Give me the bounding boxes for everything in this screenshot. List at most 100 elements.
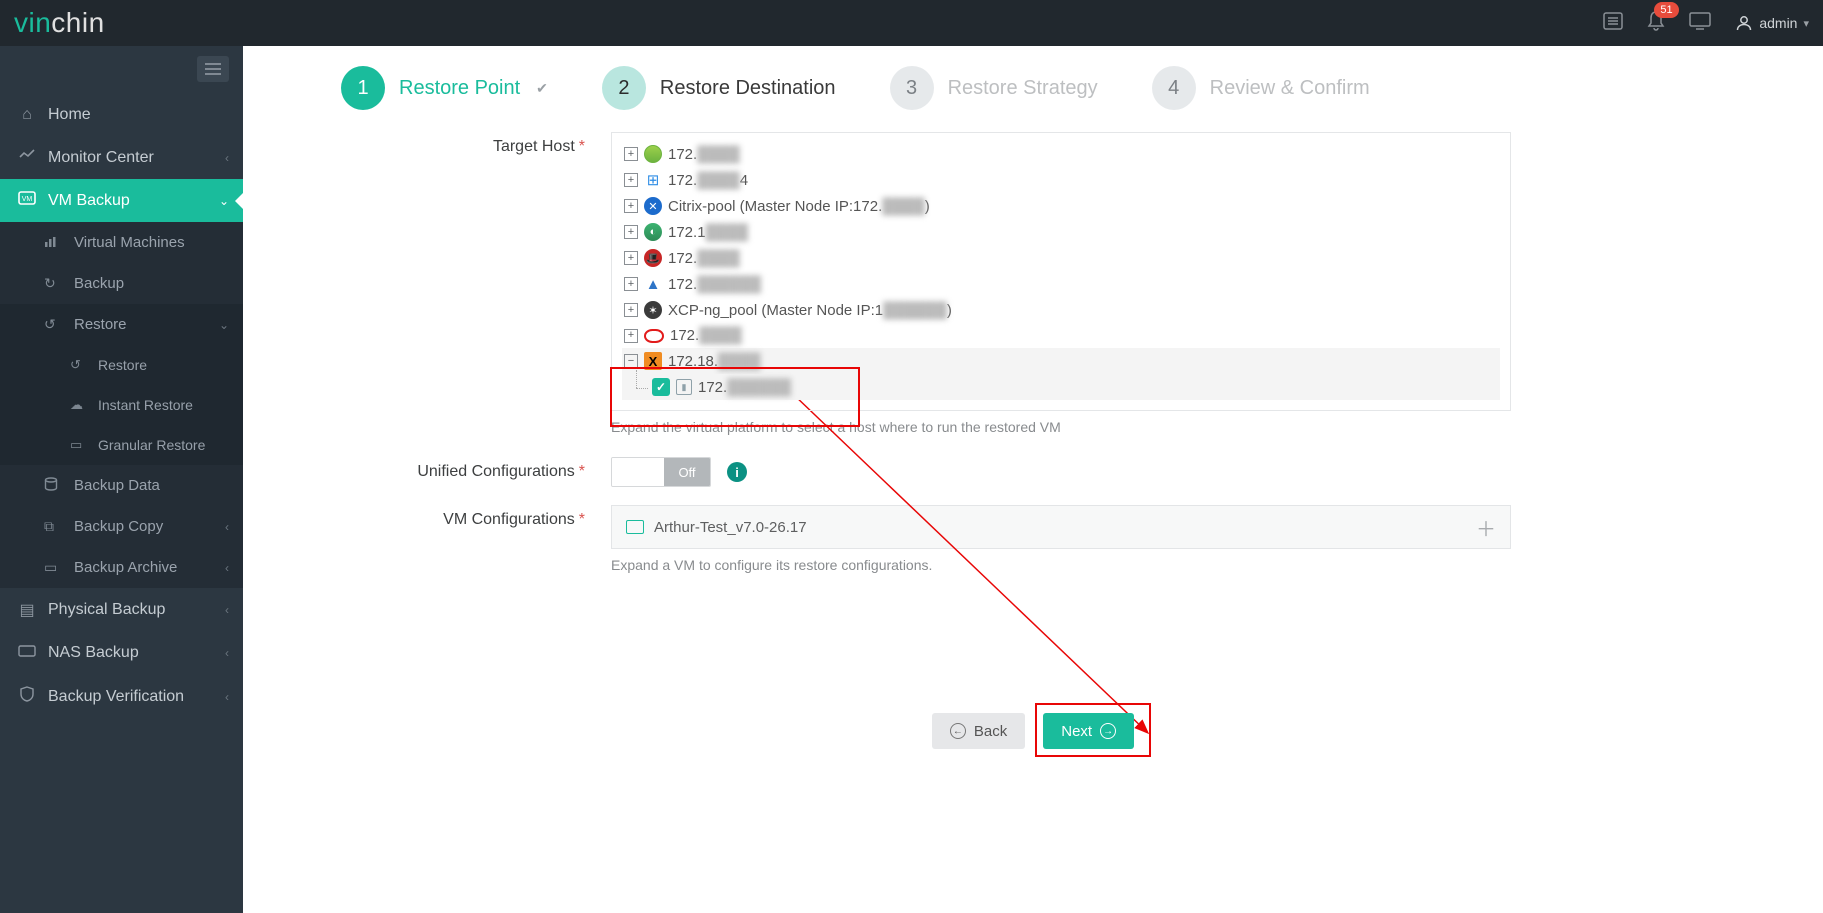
- tree-node[interactable]: + ✶ XCP-ng_pool (Master Node IP:1██████): [622, 297, 1500, 323]
- wizard-step-4[interactable]: 4 Review & Confirm: [1152, 66, 1370, 110]
- chart-icon: [14, 148, 40, 167]
- sidebar-item-nas-backup[interactable]: NAS Backup ‹: [0, 632, 243, 674]
- tree-node[interactable]: + 172.████: [622, 323, 1500, 348]
- expand-icon[interactable]: +: [624, 199, 638, 213]
- sidebar-label: Monitor Center: [48, 149, 225, 167]
- sidebar-item-vm-backup[interactable]: VM VM Backup ⌄: [0, 179, 243, 222]
- tree-node[interactable]: + 🎩 172.████: [622, 245, 1500, 271]
- expand-icon[interactable]: +: [624, 329, 638, 343]
- windows-icon: ⊞: [644, 171, 662, 189]
- sidebar-label: Backup Copy: [74, 518, 225, 535]
- expand-icon[interactable]: +: [624, 251, 638, 265]
- wizard-step-1[interactable]: 1 Restore Point ✔: [341, 66, 548, 110]
- sidebar-sub-backup-archive[interactable]: ▭ Backup Archive ‹: [0, 547, 243, 588]
- sidebar-label: Backup Archive: [74, 559, 225, 576]
- expand-icon[interactable]: +: [624, 277, 638, 291]
- unified-config-toggle[interactable]: Off: [611, 457, 711, 487]
- step-label: Review & Confirm: [1210, 77, 1370, 100]
- azure-icon: ▲: [644, 275, 662, 293]
- sidebar-item-home[interactable]: ⌂ Home: [0, 94, 243, 136]
- sidebar-label: Restore: [74, 316, 219, 333]
- tree-node[interactable]: + ◐ 172.1████: [622, 219, 1500, 245]
- cloud-down-icon: ☁: [70, 397, 92, 413]
- sidebar-item-backup-verification[interactable]: Backup Verification ‹: [0, 674, 243, 719]
- copy-icon: ⧉: [44, 518, 66, 535]
- expand-plus-icon[interactable]: ＋: [1476, 513, 1496, 542]
- tree-node[interactable]: + ✕ Citrix-pool (Master Node IP:172.████…: [622, 193, 1500, 219]
- sidebar-toggle[interactable]: [197, 56, 229, 82]
- shield-icon: [14, 686, 40, 707]
- next-button[interactable]: Next →: [1043, 713, 1134, 749]
- back-arrow-icon: ←: [950, 723, 966, 739]
- expand-icon[interactable]: +: [624, 303, 638, 317]
- svg-text:VM: VM: [22, 196, 33, 203]
- sidebar-subsub-instant-restore[interactable]: ☁ Instant Restore: [0, 385, 243, 425]
- unified-config-label: Unified Configurations*: [271, 457, 611, 487]
- sidebar-sub-virtual-machines[interactable]: Virtual Machines: [0, 222, 243, 263]
- sidebar-sub-backup[interactable]: ↻ Backup: [0, 263, 243, 304]
- nas-icon: [14, 644, 40, 662]
- archive-icon: ▭: [70, 437, 92, 453]
- openstack-icon: ◐: [644, 223, 662, 241]
- vm-icon: [626, 520, 644, 534]
- target-host-tree[interactable]: + 172.████ + ⊞ 172.████4 + ✕ Citrix-pool…: [611, 132, 1511, 411]
- sidebar-label: Restore: [98, 357, 147, 373]
- sidebar-label: Backup: [74, 275, 124, 292]
- notifications-badge: 51: [1654, 2, 1678, 18]
- chevron-down-icon: ⌄: [219, 318, 229, 332]
- step-label: Restore Destination: [660, 77, 836, 100]
- chevron-left-icon: ‹: [225, 561, 229, 575]
- citrix-icon: ✕: [644, 197, 662, 215]
- notifications-button[interactable]: 51: [1647, 11, 1665, 36]
- vm-config-row[interactable]: Arthur-Test_v7.0-26.17 ＋: [611, 505, 1511, 549]
- sidebar-item-physical-backup[interactable]: ▤ Physical Backup ‹: [0, 588, 243, 632]
- sidebar-item-monitor-center[interactable]: Monitor Center ‹: [0, 136, 243, 179]
- sidebar-subsub-restore[interactable]: ↺ Restore: [0, 345, 243, 385]
- sidebar-sub-backup-data[interactable]: Backup Data: [0, 465, 243, 506]
- step-number: 3: [890, 66, 934, 110]
- step-number: 2: [602, 66, 646, 110]
- expand-icon[interactable]: +: [624, 173, 638, 187]
- sidebar-subsub-granular-restore[interactable]: ▭ Granular Restore: [0, 425, 243, 465]
- host-icon: ▮: [676, 379, 692, 395]
- user-menu[interactable]: admin ▾: [1735, 14, 1809, 32]
- info-icon[interactable]: i: [727, 462, 747, 482]
- username-label: admin: [1759, 15, 1797, 31]
- vm-icon: VM: [14, 191, 40, 210]
- sidebar-sub-restore[interactable]: ↺ Restore ⌄: [0, 304, 243, 345]
- back-label: Back: [974, 723, 1007, 740]
- refresh-icon: ↻: [44, 275, 66, 292]
- wizard-step-2[interactable]: 2 Restore Destination: [602, 66, 836, 110]
- sidebar-label: Backup Verification: [48, 688, 225, 706]
- db-icon: [44, 477, 66, 494]
- expand-icon[interactable]: +: [624, 147, 638, 161]
- app-logo: vinchin: [14, 7, 105, 39]
- chevron-left-icon: ‹: [225, 646, 229, 660]
- list-icon[interactable]: [1603, 12, 1623, 35]
- back-button[interactable]: ← Back: [932, 713, 1025, 749]
- collapse-icon[interactable]: −: [624, 354, 638, 368]
- restore-icon: ↺: [44, 316, 66, 333]
- tree-node[interactable]: + ▲ 172.██████: [622, 271, 1500, 297]
- tree-node[interactable]: + 172.████: [622, 141, 1500, 167]
- user-icon: [1735, 14, 1753, 32]
- monitor-icon[interactable]: [1689, 12, 1711, 35]
- vm-config-hint: Expand a VM to configure its restore con…: [611, 557, 1511, 573]
- sidebar-label: Physical Backup: [48, 601, 225, 619]
- vm-config-name: Arthur-Test_v7.0-26.17: [654, 519, 807, 536]
- home-icon: ⌂: [14, 106, 40, 124]
- sidebar-sub-backup-copy[interactable]: ⧉ Backup Copy ‹: [0, 506, 243, 547]
- chevron-left-icon: ‹: [225, 520, 229, 534]
- expand-icon[interactable]: +: [624, 225, 638, 239]
- archive-icon: ▭: [44, 559, 66, 576]
- sidebar-label: Home: [48, 106, 229, 124]
- step-label: Restore Point: [399, 77, 520, 100]
- tree-node-child-selected[interactable]: ✓ ▮ 172.██████: [622, 374, 1500, 400]
- wizard-step-3[interactable]: 3 Restore Strategy: [890, 66, 1098, 110]
- redhat-icon: 🎩: [644, 249, 662, 267]
- bars-icon: [44, 235, 66, 251]
- checkbox-checked-icon[interactable]: ✓: [652, 378, 670, 396]
- sidebar-label: Instant Restore: [98, 397, 193, 413]
- tree-node[interactable]: + ⊞ 172.████4: [622, 167, 1500, 193]
- tree-node-expanded[interactable]: − X 172.18.████: [622, 348, 1500, 374]
